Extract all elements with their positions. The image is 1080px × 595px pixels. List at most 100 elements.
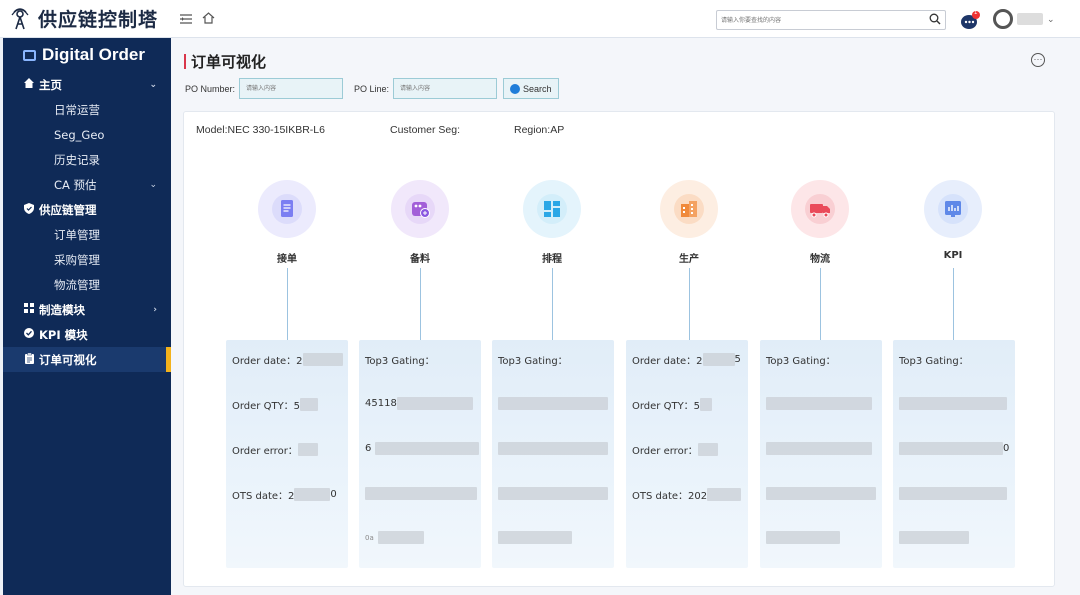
card-row xyxy=(899,487,1007,500)
redacted-value xyxy=(707,488,742,501)
card-row: 0a xyxy=(365,531,424,544)
connector-line xyxy=(953,268,954,340)
sidebar-group-label: 主页 xyxy=(39,77,62,92)
po-number-input[interactable] xyxy=(239,78,344,99)
stage-label: 接单 xyxy=(277,254,297,265)
connector-line xyxy=(689,268,690,340)
user-menu[interactable]: ⌄ xyxy=(993,9,1055,29)
sidebar-item-order-mgmt[interactable]: 订单管理 xyxy=(3,222,171,247)
sidebar-group-label: KPI 模块 xyxy=(39,327,88,342)
global-search-input[interactable] xyxy=(717,11,925,29)
notification-count: 1 xyxy=(974,10,978,16)
stage-label: 排程 xyxy=(542,254,562,265)
redacted-value xyxy=(899,397,1007,410)
stage-materials[interactable]: 备料 xyxy=(370,180,470,265)
stage-logistics[interactable]: 物流 xyxy=(770,180,870,265)
sidebar-item-label: 采购管理 xyxy=(54,252,100,267)
page-title-text: 订单可视化 xyxy=(191,53,267,71)
redacted-value xyxy=(294,488,331,501)
redacted-value xyxy=(396,397,473,410)
connector-line xyxy=(287,268,288,340)
card-row: 0 xyxy=(899,442,1009,455)
production-card: Order date：2 5 Order QTY：5 Order error： O… xyxy=(626,340,748,568)
document-icon xyxy=(258,180,316,238)
more-options-icon[interactable]: ··· xyxy=(1031,53,1045,67)
redacted-value xyxy=(700,398,713,411)
search-button-label: Search xyxy=(523,83,552,94)
chevron-down-icon: ⌄ xyxy=(149,179,157,190)
sidebar-item-history[interactable]: 历史记录 xyxy=(3,147,171,172)
stage-label: 生产 xyxy=(679,254,699,265)
stage-scheduling[interactable]: 排程 xyxy=(502,180,602,265)
card-row xyxy=(766,531,840,544)
redacted-value xyxy=(702,353,735,366)
order-visualization-panel: Model:NEC 330-15IKBR-L6 Customer Seg: Re… xyxy=(183,111,1055,587)
customer-seg-info: Customer Seg: xyxy=(390,124,461,136)
sidebar-item-label: CA 预估 xyxy=(54,177,97,192)
stage-production[interactable]: 生产 xyxy=(639,180,739,265)
sidebar-group-manufacturing[interactable]: 制造模块 › xyxy=(3,297,171,322)
po-line-input[interactable] xyxy=(393,78,498,99)
search-icon[interactable] xyxy=(925,13,945,28)
gating-item: 45118 xyxy=(365,398,397,409)
stage-kpi[interactable]: KPI xyxy=(903,180,1003,261)
card-row: 6 xyxy=(365,442,480,455)
card-row xyxy=(899,397,1007,410)
logistics-card: Top3 Gating： xyxy=(760,340,882,568)
sidebar-group-home[interactable]: 主页 ⌄ xyxy=(3,72,171,97)
global-search xyxy=(716,10,946,30)
connector-line xyxy=(820,268,821,340)
home-icon[interactable] xyxy=(202,11,215,27)
sidebar-item-label: Seg_Geo xyxy=(54,127,105,142)
sidebar-group-label: 订单可视化 xyxy=(39,352,97,367)
brand[interactable]: 供应链控制塔 xyxy=(0,0,176,38)
tower-logo-icon xyxy=(8,7,32,31)
card-row xyxy=(498,442,608,455)
sidebar-item-ca-estimate[interactable]: CA 预估 ⌄ xyxy=(3,172,171,197)
sidebar-item-procurement-mgmt[interactable]: 采购管理 xyxy=(3,247,171,272)
card-row xyxy=(766,442,872,455)
card-row: Top3 Gating： xyxy=(498,352,568,367)
sidebar: Digital Order 主页 ⌄ 日常运营 Seg_Geo 历史记录 CA … xyxy=(3,38,171,595)
card-row xyxy=(498,487,608,500)
card-row xyxy=(766,397,872,410)
sidebar-item-logistics-mgmt[interactable]: 物流管理 xyxy=(3,272,171,297)
gating-suffix: 0 xyxy=(1003,443,1010,454)
po-number-label: PO Number: xyxy=(185,83,236,94)
redacted-value xyxy=(498,442,608,455)
region-info: Region:AP xyxy=(514,124,565,136)
stage-label: 备料 xyxy=(410,254,430,265)
ots-date-suffix: 0 xyxy=(330,489,337,500)
materials-card: Top3 Gating： 45118 6 0a xyxy=(359,340,481,568)
order-date-suffix: 5 xyxy=(734,354,741,365)
model-info: Model:NEC 330-15IKBR-L6 xyxy=(196,124,325,136)
redacted-value xyxy=(297,443,318,456)
redacted-value xyxy=(697,443,718,456)
redacted-value xyxy=(899,531,969,544)
connector-line xyxy=(552,268,553,340)
order-error-label: Order error： xyxy=(232,446,298,457)
sidebar-item-daily-ops[interactable]: 日常运营 xyxy=(3,97,171,122)
search-button[interactable]: Search xyxy=(503,78,559,99)
card-row xyxy=(365,487,477,500)
sidebar-group-label: 供应链管理 xyxy=(39,202,97,217)
connector-line xyxy=(420,268,421,340)
redacted-value xyxy=(498,397,608,410)
sidebar-group-order-visualization[interactable]: 订单可视化 xyxy=(3,347,171,372)
sidebar-item-label: 历史记录 xyxy=(54,152,100,167)
redacted-value xyxy=(300,398,319,411)
chart-icon xyxy=(924,180,982,238)
redacted-value xyxy=(375,442,480,455)
kpi-card: Top3 Gating： 0 xyxy=(893,340,1015,568)
sidebar-group-kpi[interactable]: KPI 模块 xyxy=(3,322,171,347)
sidebar-group-supply-chain[interactable]: 供应链管理 xyxy=(3,197,171,222)
order-qty-label: Order QTY：5 xyxy=(632,401,701,412)
redacted-value xyxy=(302,353,343,366)
notification-button[interactable]: 1 xyxy=(960,10,982,30)
sidebar-item-seg-geo[interactable]: Seg_Geo xyxy=(3,122,171,147)
menu-toggle-icon[interactable] xyxy=(180,11,192,27)
stage-order-receipt[interactable]: 接单 xyxy=(237,180,337,265)
search-icon xyxy=(510,83,521,94)
dashboard-icon xyxy=(23,49,36,61)
redacted-value xyxy=(498,531,572,544)
